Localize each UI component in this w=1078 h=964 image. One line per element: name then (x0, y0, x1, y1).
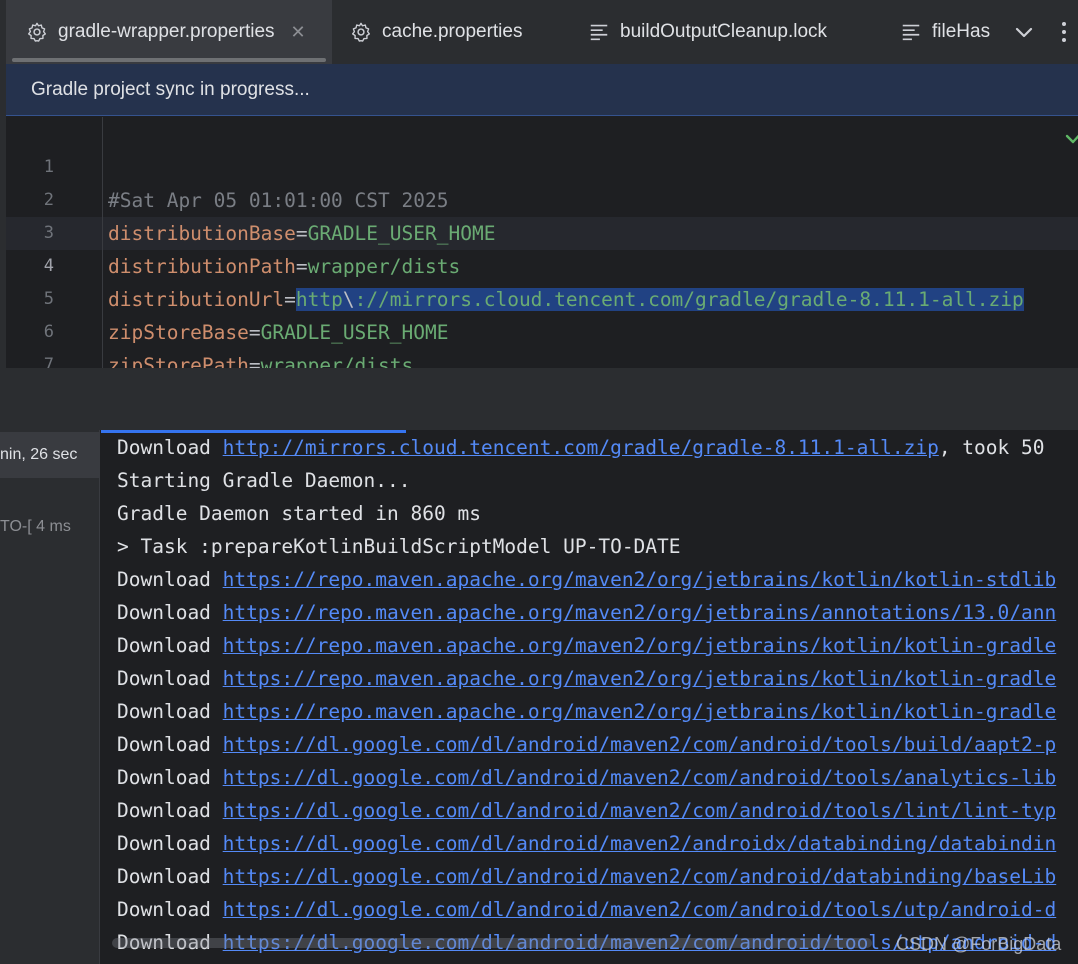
console-line: Download https://repo.maven.apache.org/m… (117, 662, 1056, 695)
console-line: Download https://repo.maven.apache.org/m… (117, 695, 1056, 728)
console-text: > Task :prepareKotlinBuildScriptModel UP… (117, 535, 681, 558)
console-line: Download https://dl.google.com/dl/androi… (117, 827, 1056, 860)
download-link[interactable]: https://dl.google.com/dl/android/maven2/… (223, 865, 1057, 888)
tab-label: buildOutputCleanup.lock (620, 21, 828, 42)
download-link[interactable]: https://dl.google.com/dl/android/maven2/… (223, 733, 1057, 756)
console-prefix: Download (117, 733, 223, 756)
console-prefix: Download (117, 634, 223, 657)
console-prefix: Download (117, 568, 223, 591)
text-file-icon (590, 24, 608, 41)
code-line: 5 zipStoreBase=GRADLE_USER_HOME (6, 250, 1078, 344)
gear-icon (27, 22, 47, 42)
download-link[interactable]: https://repo.maven.apache.org/maven2/org… (223, 601, 1057, 624)
tree-item-duration: 4 ms (36, 518, 71, 535)
console-prefix: Download (117, 898, 223, 921)
console-text: Starting Gradle Daemon... (117, 469, 411, 492)
console-prefix: Download (117, 436, 223, 459)
console-prefix: Download (117, 865, 223, 888)
console-line: Download https://dl.google.com/dl/androi… (117, 761, 1056, 794)
more-options-icon[interactable] (1050, 18, 1078, 46)
code-line: 2 distributionBase=GRADLE_USER_HOME (6, 151, 1078, 245)
code-editor[interactable]: 1 #Sat Apr 05 01:01:00 CST 2025 2 distri… (6, 117, 1078, 377)
download-link[interactable]: https://dl.google.com/dl/android/maven2/… (223, 766, 1057, 789)
download-link[interactable]: https://repo.maven.apache.org/maven2/org… (223, 568, 1057, 591)
tab-file-hashes[interactable]: fileHas (882, 0, 994, 64)
console-line: Download https://dl.google.com/dl/androi… (117, 728, 1056, 761)
console-line: Download https://dl.google.com/dl/androi… (117, 860, 1056, 893)
download-link[interactable]: https://dl.google.com/dl/android/maven2/… (223, 799, 1057, 822)
tree-item-task[interactable]: TO-[ 4 ms (0, 518, 71, 536)
tree-item-label: TO-[ (0, 518, 32, 535)
console-suffix: , took 50 (938, 436, 1045, 459)
code-line: 3 distributionPath=wrapper/dists (6, 184, 1078, 278)
console-line: Download https://dl.google.com/dl/androi… (117, 893, 1056, 926)
console-line: Download https://repo.maven.apache.org/m… (117, 596, 1056, 629)
build-tree-pane: nin, 26 sec TO-[ 4 ms (0, 430, 100, 964)
gear-icon (351, 22, 371, 42)
console-line: Starting Gradle Daemon... (117, 464, 411, 497)
tab-label: cache.properties (382, 21, 523, 42)
code-line: 1 #Sat Apr 05 01:01:00 CST 2025 (6, 118, 1078, 212)
editor-tab-bar: gradle-wrapper.properties ✕ cache.proper… (0, 0, 1078, 64)
download-link[interactable]: http://mirrors.cloud.tencent.com/gradle/… (223, 436, 939, 459)
chevron-down-icon[interactable] (1010, 18, 1038, 46)
banner-text: Gradle project sync in progress... (31, 78, 310, 100)
tab-label: fileHas (932, 21, 991, 42)
tab-cache-properties[interactable]: cache.properties (332, 0, 562, 64)
console-prefix: Download (117, 667, 223, 690)
console-prefix: Download (117, 700, 223, 723)
code-line-current: 4 distributionUrl=http\://mirrors.cloud.… (6, 217, 1078, 311)
download-link[interactable]: https://repo.maven.apache.org/maven2/org… (223, 634, 1057, 657)
console-line: Download https://repo.maven.apache.org/m… (117, 563, 1056, 596)
console-text: Gradle Daemon started in 860 ms (117, 502, 481, 525)
watermark: CSDN @ForBigData (896, 934, 1062, 954)
console-line: Download https://repo.maven.apache.org/m… (117, 629, 1056, 662)
sync-progress-banner: Gradle project sync in progress... (6, 64, 1078, 116)
tab-label: gradle-wrapper.properties (58, 21, 275, 42)
download-link[interactable]: https://dl.google.com/dl/android/maven2/… (223, 832, 1057, 855)
console-prefix: Download (117, 832, 223, 855)
console-line: Gradle Daemon started in 860 ms (117, 497, 481, 530)
console-prefix: Download (117, 766, 223, 789)
console-prefix: Download (117, 601, 223, 624)
horizontal-scrollbar[interactable] (112, 938, 872, 948)
build-output-console[interactable]: Download http://mirrors.cloud.tencent.co… (101, 430, 1078, 964)
tab-gradle-wrapper-properties[interactable]: gradle-wrapper.properties ✕ (6, 0, 332, 64)
tool-window-header-area (0, 368, 1078, 430)
code-line: 6 zipStorePath=wrapper/dists (6, 283, 1078, 377)
download-link[interactable]: https://repo.maven.apache.org/maven2/org… (223, 667, 1057, 690)
tree-item-sync[interactable]: nin, 26 sec (0, 446, 77, 464)
console-prefix: Download (117, 799, 223, 822)
console-line: > Task :prepareKotlinBuildScriptModel UP… (117, 530, 681, 563)
tab-build-output-cleanup-lock[interactable]: buildOutputCleanup.lock (570, 0, 880, 64)
download-link[interactable]: https://dl.google.com/dl/android/maven2/… (223, 898, 1057, 921)
tree-item-label: nin, 26 sec (0, 446, 78, 463)
console-line: Download https://dl.google.com/dl/androi… (117, 794, 1056, 827)
download-link[interactable]: https://repo.maven.apache.org/maven2/org… (223, 700, 1057, 723)
code-line: 7 (6, 316, 1078, 375)
close-tab-icon[interactable]: ✕ (291, 22, 306, 43)
text-file-icon (902, 24, 920, 41)
console-line: Download http://mirrors.cloud.tencent.co… (117, 431, 1044, 464)
